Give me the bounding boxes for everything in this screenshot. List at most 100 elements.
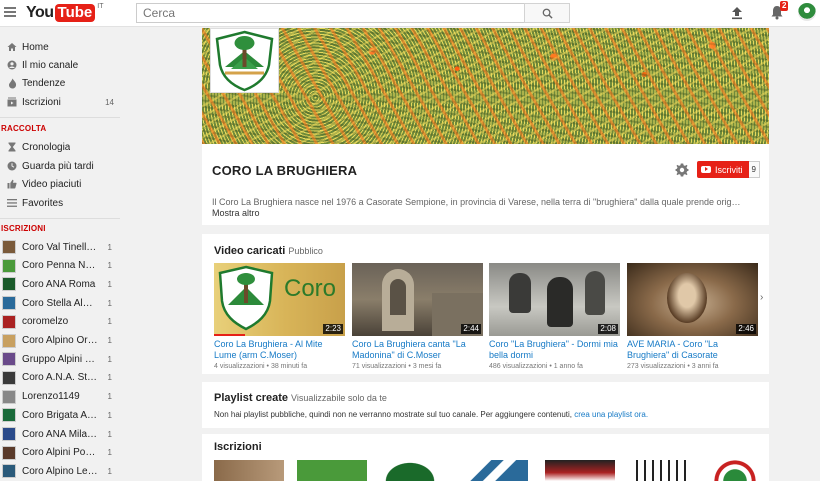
- section-title-subscriptions: ISCRIZIONI: [1, 224, 46, 233]
- subscription-count: 1: [107, 410, 112, 420]
- video-age: 1 anno fa: [553, 363, 583, 370]
- subscription-thumbnail[interactable]: [382, 460, 438, 481]
- video-card[interactable]: Coro 2:23 Coro La Brughiera - Al Mite Lu…: [214, 263, 345, 370]
- subscription-name: coromelzo: [22, 316, 69, 328]
- video-title[interactable]: Coro La Brughiera canta "La Madonina" di…: [352, 339, 483, 361]
- video-thumbnail[interactable]: Coro 2:23: [214, 263, 345, 336]
- channel-banner: [202, 28, 769, 144]
- playlists-subtitle: Visualizzabile solo da te: [291, 393, 387, 403]
- sidebar-subscription-item[interactable]: Coro Brigata Alp... 1: [0, 406, 130, 424]
- uploads-section-title[interactable]: Video caricati Pubblico: [214, 245, 323, 257]
- subscription-thumbnail[interactable]: [466, 460, 528, 481]
- video-card[interactable]: 2:08 Coro "La Brughiera" - Dormi mia bel…: [489, 263, 620, 370]
- search-input[interactable]: [136, 3, 525, 23]
- gear-icon[interactable]: [675, 163, 689, 177]
- clock-icon: [7, 161, 17, 171]
- subscription-name: Coro ANA Milano: [22, 428, 98, 440]
- search-icon: [542, 8, 553, 19]
- sidebar-item-my-channel[interactable]: Il mio canale: [0, 56, 130, 74]
- channel-avatar: [2, 352, 16, 367]
- channel-avatar: [2, 258, 16, 273]
- sidebar-item-trending[interactable]: Tendenze: [0, 74, 130, 92]
- video-title[interactable]: Coro La Brughiera - Al Mite Lume (arm C.…: [214, 339, 345, 361]
- channel-avatar: [2, 296, 16, 311]
- sidebar-item-label: Cronologia: [22, 141, 71, 153]
- subscription-count: 1: [107, 242, 112, 252]
- sidebar-subscription-item[interactable]: Coro Val Tinella, ... 1: [0, 238, 130, 256]
- section-title-library: RACCOLTA: [1, 124, 47, 133]
- avatar[interactable]: [798, 3, 816, 21]
- subscription-thumbnail[interactable]: [297, 460, 367, 481]
- menu-icon[interactable]: [4, 7, 16, 17]
- sidebar-subscription-item[interactable]: Coro Penna Ner... 1: [0, 257, 130, 275]
- sidebar-subscription-item[interactable]: Gruppo Alpini N... 1: [0, 350, 130, 368]
- sidebar-subscription-item[interactable]: Coro ANA Milano 1: [0, 425, 130, 443]
- youtube-logo[interactable]: You Tube IT: [26, 3, 103, 23]
- youtube-play-icon: [701, 166, 711, 173]
- home-icon: [7, 43, 17, 51]
- channel-avatar: [2, 408, 16, 423]
- sidebar-subscription-item[interactable]: Coro Stella Alpin... 1: [0, 294, 130, 312]
- subscription-count: 1: [107, 392, 112, 402]
- subscriptions-icon: [7, 97, 17, 107]
- flame-icon: [8, 78, 16, 88]
- sidebar-subscription-item[interactable]: coromelzo 1: [0, 313, 130, 331]
- hourglass-icon: [8, 142, 16, 152]
- video-title[interactable]: Coro "La Brughiera" - Dormi mia bella do…: [489, 339, 620, 361]
- video-card[interactable]: 2:46 AVE MARIA - Coro "La Brughiera" di …: [627, 263, 758, 370]
- sidebar-item-history[interactable]: Cronologia: [0, 138, 130, 156]
- subscription-name: Coro A.N.A. Stell...: [22, 372, 98, 384]
- video-thumbnail[interactable]: 2:08: [489, 263, 620, 336]
- subscription-count: 1: [107, 466, 112, 476]
- subscription-thumbnail[interactable]: [545, 460, 615, 481]
- subscription-name: Coro Brigata Alp...: [22, 409, 98, 421]
- notification-badge: 2: [780, 1, 789, 11]
- sidebar-subscription-item[interactable]: Coro ANA Roma 1: [0, 275, 130, 293]
- video-card[interactable]: 2:44 Coro La Brughiera canta "La Madonin…: [352, 263, 483, 370]
- create-playlist-link[interactable]: crea una playlist ora.: [574, 410, 648, 419]
- video-duration: 2:08: [598, 324, 618, 334]
- sidebar-subscription-item[interactable]: Coro Alpini Porr... 1: [0, 444, 130, 462]
- sidebar-subscription-item[interactable]: Lorenzo1149 1: [0, 388, 130, 406]
- subscription-count: 1: [107, 298, 112, 308]
- upload-icon[interactable]: [730, 6, 744, 20]
- channel-name: CORO LA BRUGHIERA: [212, 163, 358, 178]
- channel-logo[interactable]: [210, 28, 279, 93]
- sidebar-item-subscriptions[interactable]: Iscrizioni 14: [0, 93, 130, 111]
- video-views: 71 visualizzazioni: [352, 363, 407, 370]
- sidebar-subscription-item[interactable]: Coro A.N.A. Stell... 1: [0, 369, 130, 387]
- sidebar-item-home[interactable]: Home: [0, 38, 130, 56]
- logo-country: IT: [97, 3, 104, 10]
- video-age: 3 anni fa: [691, 363, 719, 370]
- video-duration: 2:46: [736, 324, 756, 334]
- sidebar-subscription-item[interactable]: Coro Alpino Lec... 1: [0, 462, 130, 480]
- sidebar-item-label: Home: [22, 41, 49, 53]
- search-button[interactable]: [524, 3, 570, 23]
- show-more-link[interactable]: Mostra altro: [212, 208, 260, 218]
- chevron-right-icon[interactable]: ›: [760, 292, 763, 303]
- subscription-name: Coro ANA Roma: [22, 278, 96, 290]
- playlists-message-text: Non hai playlist pubbliche, quindi non n…: [214, 410, 573, 419]
- video-meta: 4 visualizzazioni • 38 minuti fa: [214, 363, 308, 370]
- video-age: 3 mesi fa: [412, 363, 442, 370]
- subscriptions-section-title: Iscrizioni: [214, 441, 262, 453]
- subscribe-button[interactable]: Iscriviti 9: [697, 161, 760, 178]
- video-thumbnail[interactable]: 2:44: [352, 263, 483, 336]
- sidebar-subscription-item[interactable]: Coro Alpino Oro... 1: [0, 332, 130, 350]
- sidebar-item-watch-later[interactable]: Guarda più tardi: [0, 157, 130, 175]
- subscription-thumbnail[interactable]: [710, 460, 760, 481]
- subscription-name: Coro Val Tinella, ...: [22, 241, 98, 253]
- subscription-thumbnail[interactable]: [630, 460, 690, 481]
- video-duration: 2:44: [461, 324, 481, 334]
- watch-progress-bar: [214, 334, 246, 336]
- subscription-thumbnail[interactable]: [214, 460, 284, 481]
- video-duration: 2:23: [323, 324, 343, 334]
- sidebar-item-favorites[interactable]: Favorites: [0, 194, 130, 212]
- sidebar-item-label: Guarda più tardi: [22, 160, 94, 172]
- thumbnail-crest: [218, 265, 274, 331]
- sidebar-item-liked-videos[interactable]: Video piaciuti: [0, 175, 130, 193]
- video-thumbnail[interactable]: 2:46: [627, 263, 758, 336]
- video-title[interactable]: AVE MARIA - Coro "La Brughiera" di Casor…: [627, 339, 758, 361]
- subscriber-count: 9: [748, 161, 760, 178]
- list-icon: [7, 199, 17, 207]
